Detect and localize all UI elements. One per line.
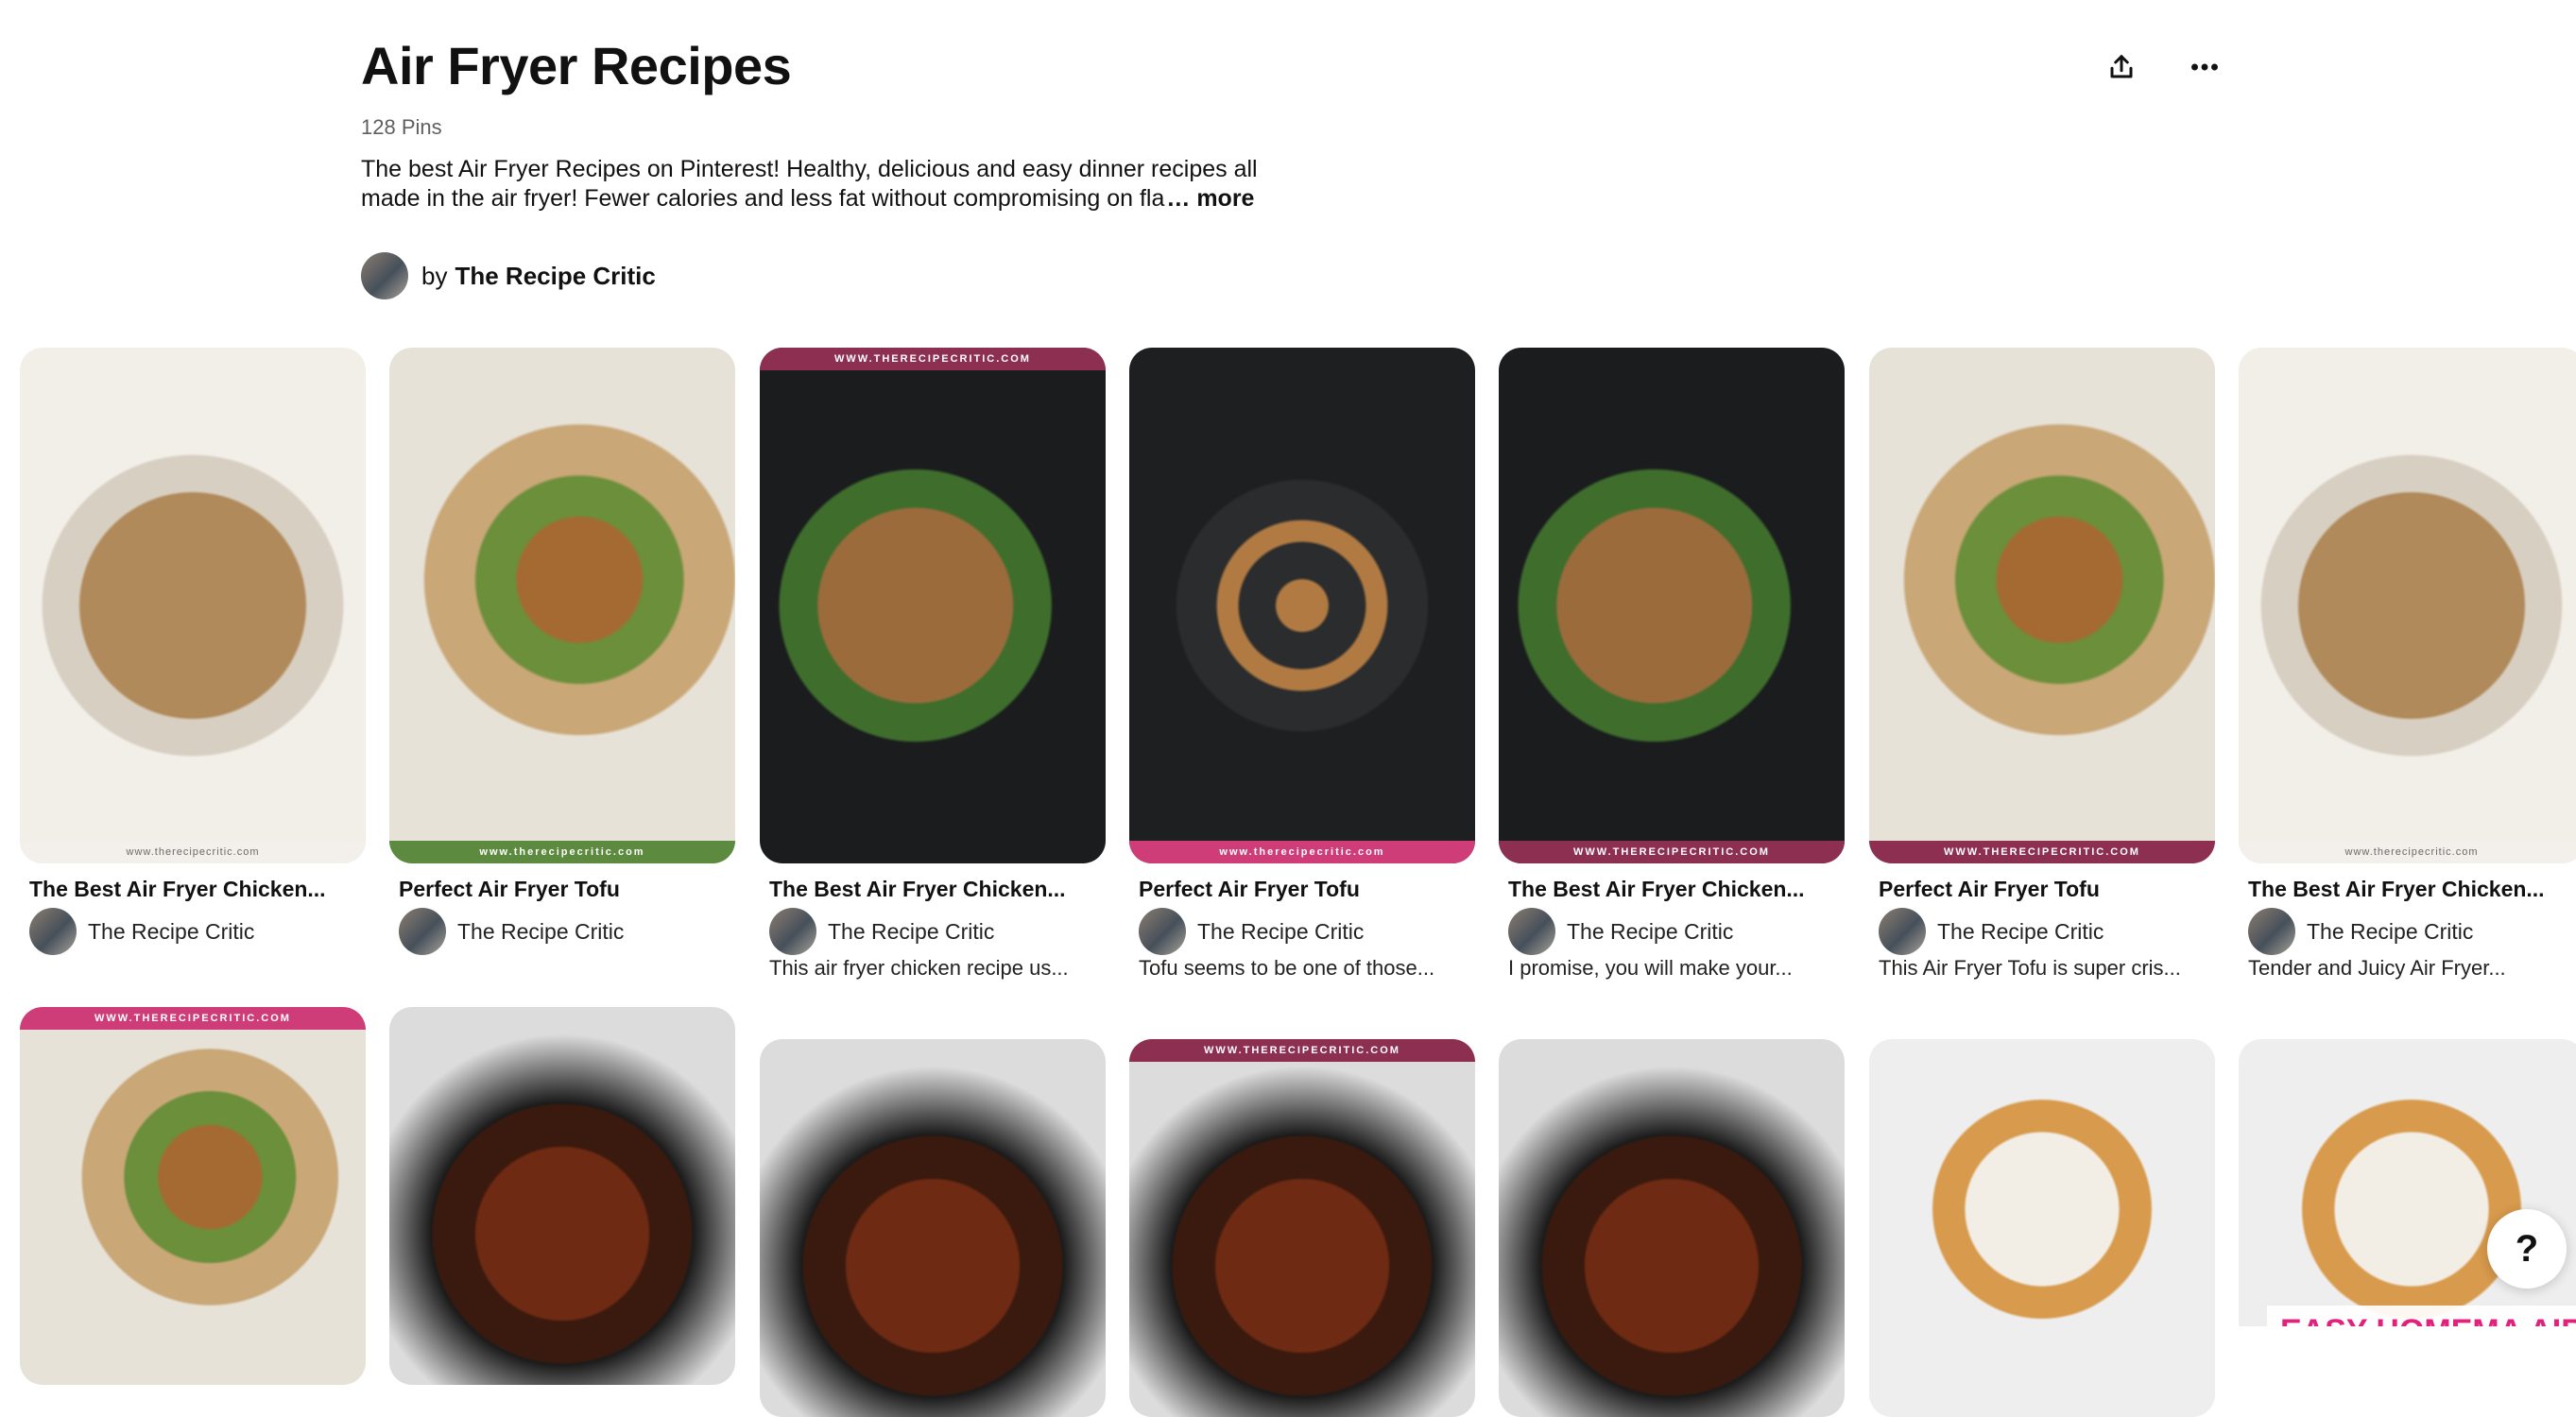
pin-watermark: WWW.THERECIPECRITIC.COM (20, 1007, 366, 1030)
pin-title[interactable]: The Best Air Fryer Chicken... (1508, 877, 1839, 902)
pin-watermark: www.therecipecritic.com (20, 841, 366, 863)
pin-author-name: The Recipe Critic (88, 918, 255, 944)
pin-image[interactable]: www.therecipecritic.com (2239, 348, 2576, 863)
pin-author[interactable]: The Recipe Critic (769, 907, 994, 956)
avatar (2248, 908, 2295, 955)
pin-title[interactable]: The Best Air Fryer Chicken... (29, 877, 360, 902)
pin-image[interactable]: WWW.THERECIPECRITIC.COM (1869, 348, 2215, 863)
pin-image[interactable] (1869, 1039, 2215, 1417)
avatar (1139, 908, 1186, 955)
description-more-link[interactable]: … more (1166, 185, 1254, 212)
pin-description: Tofu seems to be one of those... (1139, 956, 1435, 980)
pin-watermark: WWW.THERECIPECRITIC.COM (1499, 841, 1845, 863)
avatar (769, 908, 816, 955)
pin-description: I promise, you will make your... (1508, 956, 1793, 980)
avatar (361, 252, 408, 299)
help-button[interactable]: ? (2487, 1209, 2567, 1289)
pin-image[interactable] (760, 1039, 1106, 1417)
avatar (29, 908, 77, 955)
board-header: Air Fryer Recipes 128 Pins The best Air … (361, 28, 1684, 299)
pin-image[interactable] (1499, 1039, 1845, 1417)
pin-image[interactable]: WWW.THERECIPECRITIC.COM (760, 348, 1106, 863)
pin-author[interactable]: The Recipe Critic (2248, 907, 2473, 956)
pin-title[interactable]: Perfect Air Fryer Tofu (1139, 877, 1469, 902)
board-title: Air Fryer Recipes (361, 36, 792, 95)
pin-watermark: www.therecipecritic.com (2239, 841, 2576, 863)
board-description-text: The best Air Fryer Recipes on Pinterest!… (361, 156, 1258, 212)
pin-card[interactable]: www.therecipecritic.com The Best Air Fry… (2239, 348, 2576, 990)
pin-watermark: WWW.THERECIPECRITIC.COM (1129, 1039, 1475, 1062)
pin-author-name: The Recipe Critic (2307, 918, 2474, 944)
pin-title[interactable]: Perfect Air Fryer Tofu (1879, 877, 2209, 902)
pin-title[interactable]: The Best Air Fryer Chicken... (769, 877, 1100, 902)
pin-title[interactable]: The Best Air Fryer Chicken... (2248, 877, 2576, 902)
owner-prefix: by (421, 261, 448, 290)
more-horizontal-icon (2191, 63, 2218, 71)
pin-author-name: The Recipe Critic (457, 918, 625, 944)
pin-image[interactable]: WWW.THERECIPECRITIC.COM (1129, 1039, 1475, 1417)
avatar (1508, 908, 1555, 955)
pin-image[interactable] (389, 1007, 735, 1385)
pin-description: Tender and Juicy Air Fryer... (2248, 956, 2506, 980)
pin-author-name: The Recipe Critic (1567, 918, 1734, 944)
pin-image[interactable]: WWW.THERECIPECRITIC.COM (20, 1007, 366, 1385)
avatar (399, 908, 446, 955)
pin-description: This Air Fryer Tofu is super cris... (1879, 956, 2181, 980)
pin-description: This air fryer chicken recipe us... (769, 956, 1069, 980)
owner-name[interactable]: The Recipe Critic (455, 262, 655, 291)
pin-watermark: WWW.THERECIPECRITIC.COM (1869, 841, 2215, 863)
pin-author[interactable]: The Recipe Critic (29, 907, 254, 956)
pin-title[interactable]: Perfect Air Fryer Tofu (399, 877, 730, 902)
board-description: The best Air Fryer Recipes on Pinterest!… (361, 155, 1306, 213)
pin-author[interactable]: The Recipe Critic (399, 907, 624, 956)
share-button[interactable] (2098, 43, 2145, 91)
board-owner[interactable]: by The Recipe Critic (361, 251, 656, 300)
share-icon (2110, 55, 2133, 78)
pin-image[interactable]: www.therecipecritic.com (20, 348, 366, 863)
pin-watermark: WWW.THERECIPECRITIC.COM (760, 348, 1106, 370)
pin-image[interactable]: www.therecipecritic.com (389, 348, 735, 863)
pin-overlay-text: EASY HOMEMA AIR FRYER POP TARTS (2267, 1306, 2576, 1326)
pin-author[interactable]: The Recipe Critic (1879, 907, 2104, 956)
pin-author-name: The Recipe Critic (828, 918, 995, 944)
pin-count: 128 Pins (361, 115, 442, 139)
pin-watermark: www.therecipecritic.com (1129, 841, 1475, 863)
pin-author[interactable]: The Recipe Critic (1508, 907, 1733, 956)
pin-image[interactable]: www.therecipecritic.com (1129, 348, 1475, 863)
more-options-button[interactable] (2181, 43, 2228, 91)
pin-author[interactable]: The Recipe Critic (1139, 907, 1364, 956)
avatar (1879, 908, 1926, 955)
pin-author-name: The Recipe Critic (1937, 918, 2104, 944)
pin-author-name: The Recipe Critic (1197, 918, 1365, 944)
pin-image[interactable]: WWW.THERECIPECRITIC.COM (1499, 348, 1845, 863)
pin-watermark: www.therecipecritic.com (389, 841, 735, 863)
